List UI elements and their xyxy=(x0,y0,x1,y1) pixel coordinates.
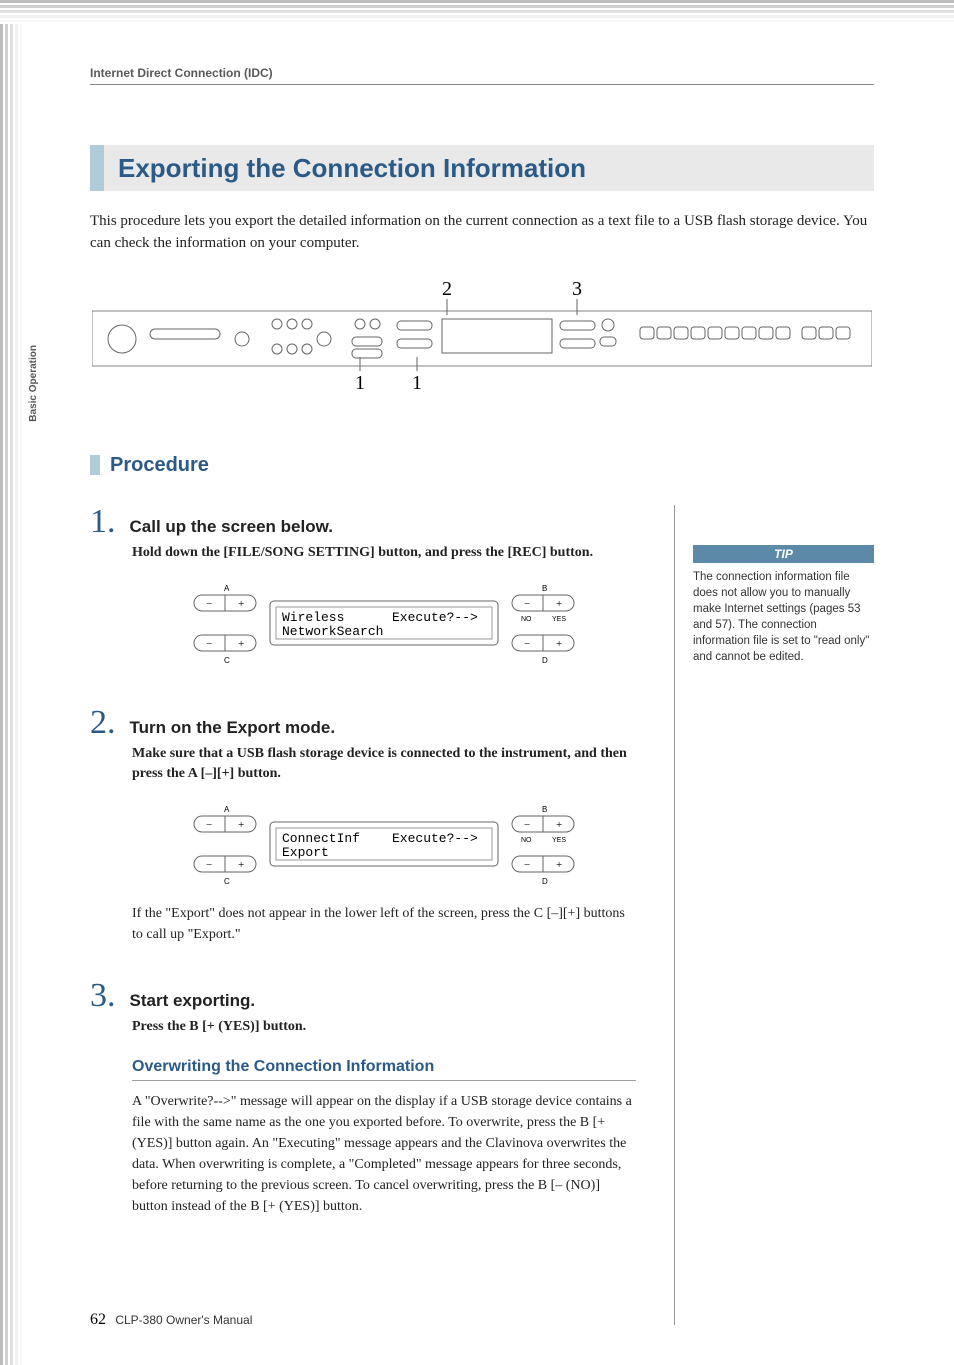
page-content: Internet Direct Connection (IDC) Exporti… xyxy=(0,24,954,1365)
step-instruction: Make sure that a USB flash storage devic… xyxy=(132,744,636,785)
step-number: 1. xyxy=(90,505,116,539)
page-number: 62 xyxy=(90,1311,106,1328)
svg-text:+: + xyxy=(556,819,562,831)
step-3: 3. Start exporting. Press the B [+ (YES)… xyxy=(90,979,636,1216)
svg-text:A: A xyxy=(224,584,230,593)
svg-text:Wireless: Wireless xyxy=(282,610,344,625)
svg-text:NetworkSearch: NetworkSearch xyxy=(282,624,383,639)
sidebar-column: TIP The connection information file does… xyxy=(674,505,874,1325)
tip-box: TIP The connection information file does… xyxy=(693,545,874,666)
svg-text:+: + xyxy=(238,598,244,610)
step-title: Start exporting. xyxy=(130,991,256,1011)
step-instruction: Press the B [+ (YES)] button. xyxy=(132,1017,636,1037)
title-accent xyxy=(90,145,104,191)
lcd-figure-2: A B C D − + − + xyxy=(132,802,636,893)
step-note: If the "Export" does not appear in the l… xyxy=(132,903,636,945)
subheading: Overwriting the Connection Information xyxy=(132,1058,636,1081)
svg-text:−: − xyxy=(524,859,530,871)
tip-label: TIP xyxy=(693,545,874,563)
page-title-bar: Exporting the Connection Information xyxy=(90,145,874,191)
page-footer: 62 CLP-380 Owner's Manual xyxy=(90,1311,252,1329)
intro-paragraph: This procedure lets you export the detai… xyxy=(90,211,874,255)
svg-text:A: A xyxy=(224,805,230,814)
control-panel-figure: 1 1 xyxy=(90,279,874,404)
svg-text:−: − xyxy=(524,638,530,650)
svg-text:YES: YES xyxy=(552,616,566,623)
page-title: Exporting the Connection Information xyxy=(104,145,586,191)
procedure-heading: Procedure xyxy=(90,454,874,477)
svg-text:−: − xyxy=(524,819,530,831)
svg-text:Execute?-->: Execute?--> xyxy=(392,610,478,625)
svg-text:ConnectInf: ConnectInf xyxy=(282,831,360,846)
svg-text:+: + xyxy=(238,638,244,650)
subsection-text: A "Overwrite?-->" message will appear on… xyxy=(132,1091,636,1217)
callout-3: 3 xyxy=(572,279,582,300)
svg-text:+: + xyxy=(556,638,562,650)
breadcrumb: Internet Direct Connection (IDC) xyxy=(90,66,874,85)
procedure-label: Procedure xyxy=(110,454,209,477)
callout-1a: 1 xyxy=(355,372,365,394)
svg-text:−: − xyxy=(206,598,212,610)
svg-text:B: B xyxy=(542,584,547,593)
procedure-accent xyxy=(90,455,100,475)
svg-text:D: D xyxy=(542,656,548,665)
callout-1b: 1 xyxy=(412,372,422,394)
svg-text:Execute?-->: Execute?--> xyxy=(392,831,478,846)
tip-text: The connection information file does not… xyxy=(693,569,874,666)
svg-text:D: D xyxy=(542,877,548,886)
svg-text:B: B xyxy=(542,805,547,814)
svg-text:C: C xyxy=(224,877,230,886)
callout-2: 2 xyxy=(442,279,452,300)
step-title: Turn on the Export mode. xyxy=(130,718,336,738)
svg-text:Export: Export xyxy=(282,845,329,860)
left-gradient-rule xyxy=(0,24,24,1365)
svg-text:+: + xyxy=(556,598,562,610)
steps-column: 1. Call up the screen below. Hold down t… xyxy=(90,505,636,1325)
svg-text:+: + xyxy=(238,859,244,871)
svg-text:−: − xyxy=(206,859,212,871)
step-instruction: Hold down the [FILE/SONG SETTING] button… xyxy=(132,543,636,563)
side-tab-label: Basic Operation xyxy=(28,345,39,422)
svg-text:YES: YES xyxy=(552,837,566,844)
svg-text:C: C xyxy=(224,656,230,665)
step-1: 1. Call up the screen below. Hold down t… xyxy=(90,505,636,672)
step-number: 3. xyxy=(90,979,116,1013)
top-gradient-rule xyxy=(0,0,954,24)
panel-svg: 1 1 xyxy=(92,279,872,399)
step-2: 2. Turn on the Export mode. Make sure th… xyxy=(90,706,636,946)
svg-text:+: + xyxy=(238,819,244,831)
lcd-figure-1: A B C D − + − + xyxy=(132,581,636,672)
svg-text:−: − xyxy=(524,598,530,610)
svg-text:−: − xyxy=(206,638,212,650)
svg-text:+: + xyxy=(556,859,562,871)
svg-text:NO: NO xyxy=(521,837,532,844)
svg-text:NO: NO xyxy=(521,616,532,623)
step-number: 2. xyxy=(90,706,116,740)
manual-title: CLP-380 Owner's Manual xyxy=(115,1313,252,1327)
svg-text:−: − xyxy=(206,819,212,831)
step-title: Call up the screen below. xyxy=(130,517,333,537)
